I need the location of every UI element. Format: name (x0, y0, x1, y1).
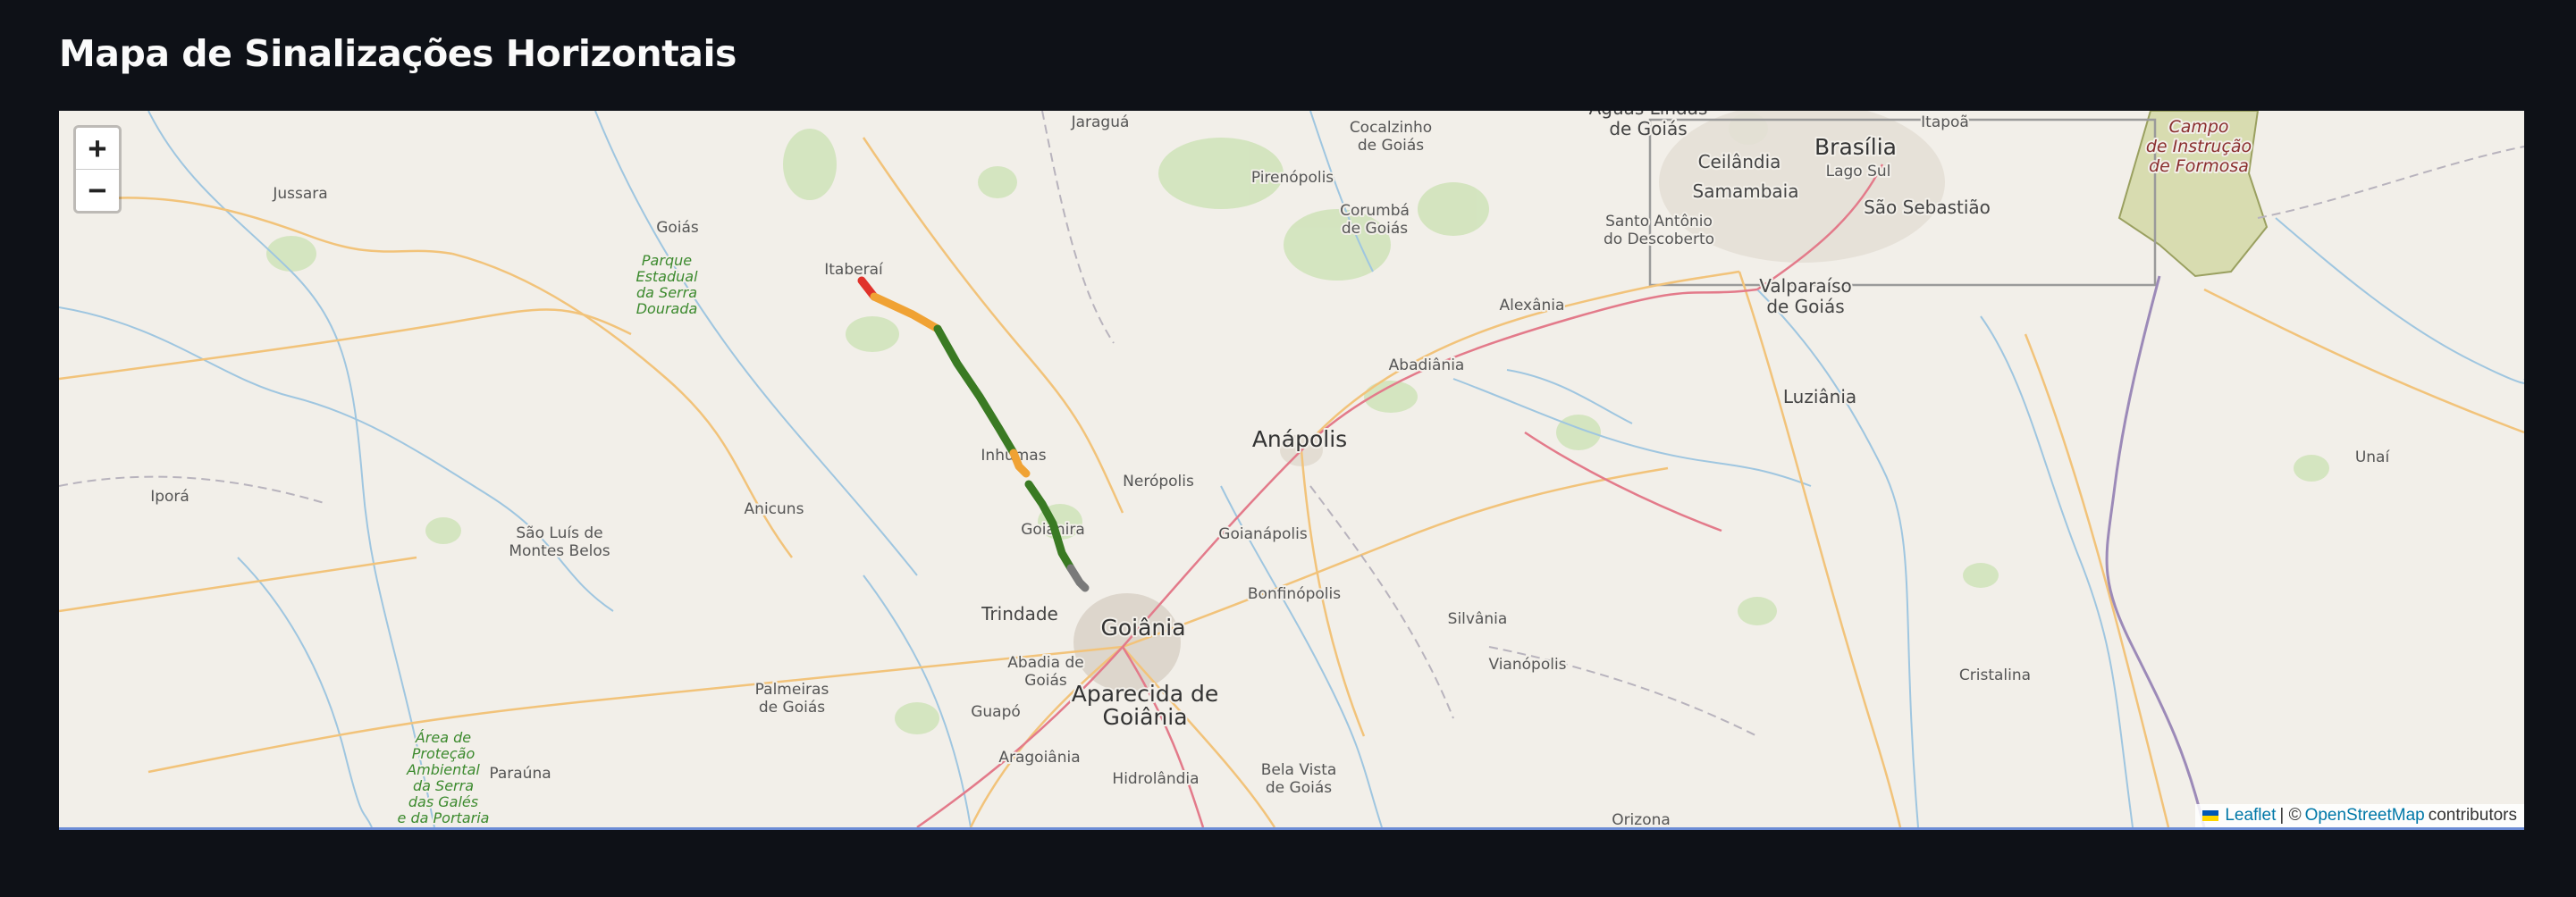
place-label: de Goiás (1358, 137, 1424, 155)
zoom-control: + − (73, 125, 122, 214)
place-label: Bela Vista (1261, 761, 1337, 779)
place-label: Goiás (656, 219, 699, 237)
place-label: Jaraguá (1071, 113, 1130, 131)
place-label: São Sebastião (1864, 197, 1991, 218)
place-label: Unaí (2355, 448, 2391, 466)
place-label: Goiânia (1102, 704, 1187, 730)
place-label: Anicuns (745, 500, 804, 518)
place-label: Montes Belos (509, 542, 610, 560)
place-label: de Goiás (1766, 296, 1844, 317)
park-label-line: Parque (642, 252, 692, 269)
place-label: Silvânia (1448, 610, 1508, 628)
place-label: Hidrolândia (1112, 770, 1199, 788)
place-label: Goiânia (1100, 615, 1185, 641)
place-label: Anápolis (1252, 426, 1347, 452)
place-label: Orizona (1612, 811, 1671, 827)
page-title: Mapa de Sinalizações Horizontais (59, 32, 737, 75)
attribution-contributors: contributors (2428, 806, 2517, 825)
place-label: Lago Sul (1826, 163, 1891, 180)
place-label: Pirenópolis (1251, 169, 1334, 187)
place-label: de Goiás (1609, 118, 1687, 139)
zoom-out-button[interactable]: − (76, 169, 119, 211)
route-segment-bom[interactable] (933, 324, 1018, 457)
attribution-separator: | © (2279, 806, 2302, 825)
place-label: Alexânia (1500, 297, 1565, 314)
military-label-line: de Instrução (2146, 137, 2252, 156)
route-segment-sem-dados[interactable] (1066, 564, 1090, 592)
park-label-line: das Galés (408, 793, 478, 810)
park-label-line: da Serra (636, 284, 697, 301)
place-label: Cocalzinho (1350, 119, 1432, 137)
park-label-line: Estadual (636, 268, 698, 285)
place-label: Abadiânia (1389, 356, 1465, 374)
place-label: Samambaia (1693, 180, 1799, 202)
place-label: Jussara (272, 185, 327, 203)
park-label-line: da Serra (413, 777, 474, 794)
military-label-line: de Formosa (2149, 156, 2249, 176)
map[interactable]: Jaraguá Cocalzinho de Goiás Águas Lindas… (59, 111, 2524, 830)
place-label: Itaberaí (824, 261, 884, 279)
park-label-serra-dourada: Parque Estadual da Serra Dourada (634, 250, 700, 319)
place-label: Cristalina (1959, 666, 2031, 684)
park-label-line: Área de (415, 729, 471, 746)
place-label: Itapoã (1921, 113, 1969, 131)
place-label: Trindade (981, 603, 1058, 625)
map-tiles[interactable]: Jaraguá Cocalzinho de Goiás Águas Lindas… (59, 111, 2524, 827)
place-label: Santo Antônio (1605, 213, 1713, 231)
leaflet-link[interactable]: Leaflet (2225, 806, 2276, 826)
place-label: do Descoberto (1604, 231, 1714, 248)
place-labels: Jaraguá Cocalzinho de Goiás Águas Lindas… (148, 111, 2392, 827)
place-label: Ceilândia (1698, 151, 1781, 172)
park-label-line: e da Portaria (398, 809, 490, 826)
place-label: Aragoiânia (998, 749, 1080, 767)
place-label: Goianápolis (1218, 525, 1308, 543)
place-label: Corumbá (1340, 202, 1410, 220)
place-label: Luziânia (1783, 386, 1856, 407)
map-attribution: Leaflet | © OpenStreetMap contributors (2195, 804, 2524, 827)
highways (916, 163, 1884, 827)
place-label: de Goiás (1266, 779, 1332, 797)
place-label: Paraúna (489, 765, 551, 783)
park-label-line: Dourada (636, 300, 698, 317)
place-label: Bonfinópolis (1248, 585, 1341, 603)
zoom-in-button[interactable]: + (76, 128, 119, 169)
place-label: Brasília (1814, 134, 1897, 160)
place-label: Iporá (150, 488, 189, 506)
place-label: Abadia de (1007, 654, 1083, 672)
place-label: Vianópolis (1488, 656, 1566, 674)
openstreetmap-link[interactable]: OpenStreetMap (2305, 806, 2425, 826)
place-label: Goiás (1024, 672, 1067, 690)
ukraine-flag-icon (2202, 810, 2219, 821)
place-label: Guapó (971, 703, 1021, 721)
place-label: Nerópolis (1123, 473, 1194, 490)
place-label: Aparecida de (1072, 681, 1218, 707)
vegetation-areas (266, 113, 2329, 734)
park-label-line: Ambiental (406, 761, 480, 778)
park-label-serra-das-gales: Área de Proteção Ambiental da Serra das … (396, 727, 492, 827)
place-label: de Goiás (1342, 220, 1408, 238)
place-label: Valparaíso (1759, 275, 1852, 297)
place-label: de Goiás (759, 699, 825, 717)
military-label-line: Campo (2168, 117, 2228, 137)
park-label-line: Proteção (412, 745, 476, 762)
place-label: São Luís de (516, 524, 602, 542)
place-label: Palmeiras (755, 681, 829, 699)
